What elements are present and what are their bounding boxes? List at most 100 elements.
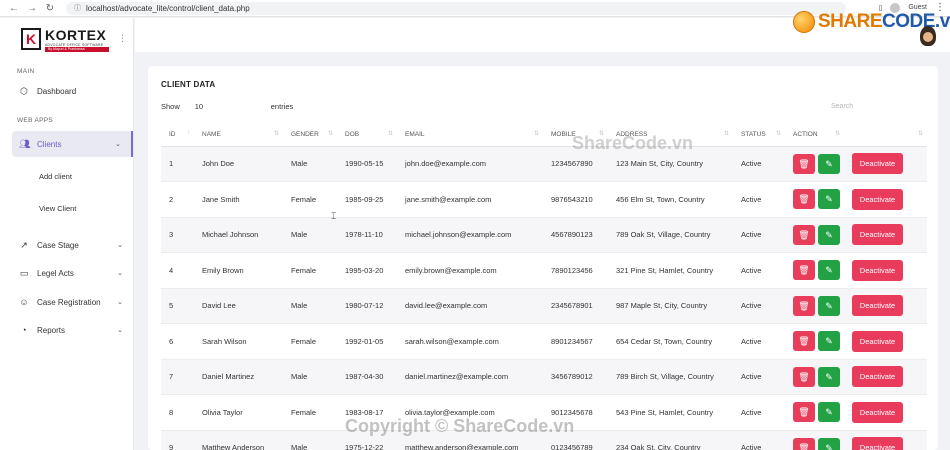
- deactivate-button[interactable]: Deactivate: [852, 224, 903, 246]
- delete-button[interactable]: 🗑︎: [793, 366, 815, 387]
- profile-label[interactable]: Guest: [908, 4, 927, 11]
- action-buttons: 🗑︎ ✎: [793, 153, 844, 174]
- forward-icon[interactable]: →: [26, 3, 38, 14]
- back-icon[interactable]: ←: [8, 3, 20, 14]
- cell-id: 5: [161, 288, 194, 324]
- sidebar-item-reports[interactable]: ◔ Reports ⌄: [12, 317, 133, 343]
- deactivate-button[interactable]: Deactivate: [852, 401, 903, 423]
- delete-button[interactable]: 🗑︎: [793, 224, 815, 245]
- sidebar-subitem-add-client[interactable]: Add client: [39, 172, 72, 181]
- table-row: 5 David Lee Male 1980-07-12 david.lee@exampl…: [161, 288, 927, 324]
- deactivate-button[interactable]: Deactivate: [852, 295, 903, 317]
- deactivate-button[interactable]: Deactivate: [852, 366, 903, 388]
- table-header-row: ID ↑ NAME ⇅ GENDER ⇅ DOB ⇅ EMAIL ⇅ MOBILE ⇅ ADDRESS ⇅…: [161, 124, 927, 147]
- cell-id: 4: [161, 252, 194, 289]
- trash-icon: 🗑︎: [798, 229, 810, 240]
- column-header[interactable]: EMAIL ⇅: [397, 124, 543, 147]
- cell-action: 🗑︎ ✎: [785, 323, 844, 360]
- sidebar-menu-icon[interactable]: ⋮: [118, 33, 127, 44]
- edit-icon: ✎: [825, 194, 833, 205]
- deactivate-button[interactable]: Deactivate: [852, 437, 903, 450]
- sidebar-item-label: Dashboard: [37, 86, 77, 96]
- address-bar[interactable]: ⓘ localhost/advocate_lite/control/client…: [66, 1, 846, 15]
- section-title-main: MAIN: [17, 68, 35, 75]
- sidebar-item-legel-acts[interactable]: ▭ Legel Acts ⌄: [12, 260, 133, 286]
- sidebar-item-clients[interactable]: 👥︎ Clients ⌄: [12, 131, 133, 157]
- cell-deactivate: Deactivate: [844, 146, 927, 182]
- sidebar-item-dashboard[interactable]: ⬡ Dashboard: [12, 78, 133, 104]
- search-input[interactable]: [825, 97, 925, 115]
- column-header[interactable]: GENDER ⇅: [283, 124, 337, 147]
- delete-button[interactable]: 🗑︎: [793, 260, 815, 281]
- cell-gender: Male: [283, 288, 337, 324]
- deactivate-button[interactable]: Deactivate: [852, 153, 903, 175]
- cell-id: 9: [161, 430, 194, 450]
- cell-deactivate: Deactivate: [844, 430, 927, 450]
- column-header-label: ID: [169, 131, 176, 139]
- browser-nav: ← → ↻: [0, 3, 56, 14]
- column-header[interactable]: NAME ⇅: [194, 124, 283, 147]
- delete-button[interactable]: 🗑︎: [793, 331, 815, 352]
- cell-email: emily.brown@example.com: [397, 252, 543, 289]
- show-label: Show: [161, 102, 180, 111]
- delete-button[interactable]: 🗑︎: [793, 153, 815, 174]
- edit-button[interactable]: ✎: [818, 224, 840, 245]
- user-avatar[interactable]: [920, 26, 936, 46]
- column-header[interactable]: ⇅: [844, 124, 927, 147]
- column-header[interactable]: STATUS ⇅: [733, 124, 785, 147]
- deactivate-button[interactable]: Deactivate: [852, 188, 903, 210]
- delete-button[interactable]: 🗑︎: [793, 402, 815, 423]
- edit-button[interactable]: ✎: [818, 402, 840, 423]
- cell-mobile: 7890123456: [543, 252, 608, 289]
- pie-chart-icon: ◔: [21, 325, 27, 335]
- sort-icon: ⇅: [533, 131, 539, 137]
- edit-button[interactable]: ✎: [818, 366, 840, 387]
- brand-logo[interactable]: K KORTEX ADVOCATE OFFICE SOFTWARE By May…: [21, 27, 116, 54]
- cell-id: 7: [161, 359, 194, 395]
- cell-address: 987 Maple St, City, Country: [608, 288, 733, 324]
- cell-action: 🗑︎ ✎: [785, 288, 844, 324]
- cell-status: Active: [733, 359, 785, 395]
- edit-button[interactable]: ✎: [818, 260, 840, 281]
- cell-email: sarah.wilson@example.com: [397, 323, 543, 360]
- edit-button[interactable]: ✎: [818, 437, 840, 450]
- edit-button[interactable]: ✎: [818, 331, 840, 352]
- cell-status: Active: [733, 181, 785, 218]
- entries-select[interactable]: 10: [195, 102, 259, 111]
- cell-address: 654 Cedar St, Town, Country: [608, 323, 733, 360]
- column-header[interactable]: ACTION ⇅: [785, 124, 844, 147]
- delete-button[interactable]: 🗑︎: [793, 189, 815, 210]
- cell-gender: Male: [283, 359, 337, 395]
- cell-deactivate: Deactivate: [844, 359, 927, 395]
- sidebar-item-case-registration[interactable]: ☺ Case Registration ⌄: [12, 289, 133, 315]
- trash-icon: 🗑︎: [798, 442, 810, 450]
- cell-name: Matthew Anderson: [194, 430, 283, 450]
- edit-button[interactable]: ✎: [818, 153, 840, 174]
- column-header[interactable]: DOB ⇅: [337, 124, 397, 147]
- sidebar-subitem-view-client[interactable]: View Client: [39, 204, 76, 213]
- column-header[interactable]: ID ↑: [161, 124, 194, 147]
- chevron-down-icon: ⌄: [117, 270, 123, 277]
- cell-status: Active: [733, 394, 785, 431]
- cell-email: daniel.martinez@example.com: [397, 359, 543, 395]
- deactivate-button[interactable]: Deactivate: [852, 259, 903, 281]
- delete-button[interactable]: 🗑︎: [793, 295, 815, 316]
- site-info-icon[interactable]: ⓘ: [74, 3, 81, 13]
- edit-button[interactable]: ✎: [818, 189, 840, 210]
- column-header-label: STATUS: [741, 131, 766, 139]
- action-buttons: 🗑︎ ✎: [793, 402, 844, 423]
- cell-action: 🗑︎ ✎: [785, 146, 844, 182]
- edit-button[interactable]: ✎: [818, 295, 840, 316]
- cell-id: 8: [161, 394, 194, 431]
- reload-icon[interactable]: ↻: [44, 3, 56, 14]
- cell-name: Olivia Taylor: [194, 394, 283, 431]
- cell-address: 789 Oak St, Village, Country: [608, 217, 733, 253]
- sidebar-item-case-stage[interactable]: ↗ Case Stage ⌄: [12, 232, 133, 258]
- edit-icon: ✎: [825, 442, 833, 450]
- edit-icon: ✎: [825, 229, 833, 240]
- delete-button[interactable]: 🗑︎: [793, 437, 815, 450]
- cell-name: Michael Johnson: [194, 217, 283, 253]
- table-row: 7 Daniel Martinez Male 1987-04-30 daniel.mar…: [161, 359, 927, 395]
- sidebar-item-label: Case Registration: [37, 297, 101, 307]
- deactivate-button[interactable]: Deactivate: [852, 330, 903, 352]
